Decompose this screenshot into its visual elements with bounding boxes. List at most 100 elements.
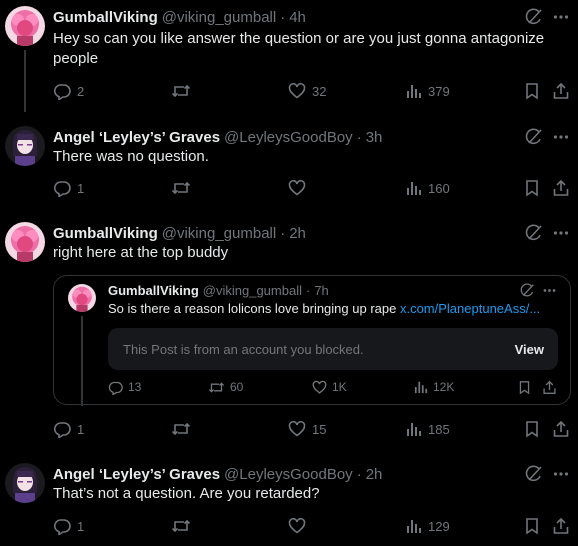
display-name[interactable]: Angel ‘Leyley’s’ Graves <box>53 466 220 483</box>
like-button[interactable]: 32 <box>288 80 326 102</box>
reply-button[interactable]: 13 <box>108 378 141 396</box>
more-icon[interactable] <box>550 126 572 148</box>
reply-button[interactable]: 1 <box>53 177 84 199</box>
post-header: GumballViking @viking_gumball · 4h <box>53 6 578 28</box>
grok-icon[interactable] <box>523 222 545 244</box>
like-count: 15 <box>312 421 327 437</box>
views-count: 12K <box>433 380 455 394</box>
avatar[interactable] <box>5 463 45 503</box>
heart-icon <box>288 420 306 437</box>
more-icon[interactable] <box>550 6 572 28</box>
user-handle[interactable]: @LeyleysGoodBoy <box>224 466 353 483</box>
repost-button[interactable] <box>171 177 197 199</box>
timestamp[interactable]: 3h <box>366 129 383 146</box>
share-icon <box>553 517 569 534</box>
quoted-post-header: GumballViking @viking_gumball · 7h <box>108 281 570 299</box>
avatar[interactable] <box>5 6 45 46</box>
reply-button[interactable]: 1 <box>53 515 84 537</box>
display-name[interactable]: GumballViking <box>108 283 199 298</box>
heart-icon <box>288 82 306 99</box>
user-handle[interactable]: @LeyleysGoodBoy <box>224 129 353 146</box>
repost-button[interactable] <box>171 418 197 440</box>
post-header: GumballViking @viking_gumball · 2h <box>53 222 578 244</box>
post[interactable]: Angel ‘Leyley’s’ Graves @LeyleysGoodBoy … <box>0 457 578 546</box>
separator: · <box>280 8 286 26</box>
bookmark-button[interactable] <box>524 177 540 199</box>
view-button[interactable]: View <box>515 342 544 357</box>
share-button[interactable] <box>552 80 570 102</box>
timestamp[interactable]: 2h <box>289 225 306 242</box>
display-name[interactable]: Angel ‘Leyley’s’ Graves <box>53 129 220 146</box>
grok-icon[interactable] <box>523 463 545 485</box>
share-button[interactable] <box>552 418 570 440</box>
bookmark-button[interactable] <box>518 378 531 396</box>
views-button[interactable]: 129 <box>406 515 450 537</box>
post[interactable]: Angel ‘Leyley’s’ Graves @LeyleysGoodBoy … <box>0 120 578 208</box>
bookmark-button[interactable] <box>524 80 540 102</box>
reply-count: 1 <box>77 421 85 437</box>
reply-count: 13 <box>128 380 142 394</box>
views-count: 160 <box>428 180 450 196</box>
separator: · <box>356 465 362 483</box>
heart-icon <box>288 179 306 196</box>
share-button[interactable] <box>552 515 570 537</box>
views-button[interactable]: 185 <box>406 418 450 440</box>
separator: · <box>280 224 286 242</box>
action-bar: 1 129 <box>53 515 578 537</box>
repost-button[interactable] <box>171 515 197 537</box>
like-button[interactable] <box>288 177 312 199</box>
timestamp[interactable]: 2h <box>366 466 383 483</box>
views-button[interactable]: 379 <box>406 80 450 102</box>
grok-icon[interactable] <box>523 6 545 28</box>
post-text: That’s not a question. Are you retarded? <box>53 485 320 502</box>
avatar[interactable] <box>68 284 96 312</box>
repost-button[interactable]: 60 <box>208 378 243 396</box>
views-button[interactable]: 160 <box>406 177 450 199</box>
reply-button[interactable]: 1 <box>53 418 84 440</box>
user-handle[interactable]: @viking_gumball <box>162 9 276 26</box>
reply-icon <box>53 84 71 100</box>
repost-icon <box>171 519 191 533</box>
share-icon <box>553 420 569 437</box>
more-icon[interactable] <box>550 463 572 485</box>
timestamp[interactable]: 7h <box>314 283 328 298</box>
quoted-post-link[interactable]: x.com/PlaneptuneAss/... <box>400 301 540 316</box>
like-button[interactable]: 1K <box>312 378 347 396</box>
more-icon[interactable] <box>550 222 572 244</box>
post-text: There was no question. <box>53 148 209 165</box>
views-count: 185 <box>428 421 450 437</box>
bookmark-icon <box>526 518 538 535</box>
action-bar: 1 160 <box>53 177 578 199</box>
reply-button[interactable]: 2 <box>53 80 84 102</box>
display-name[interactable]: GumballViking <box>53 225 158 242</box>
repost-button[interactable] <box>171 80 197 102</box>
blocked-notice: This Post is from an account you blocked… <box>108 328 558 370</box>
share-button[interactable] <box>552 177 570 199</box>
avatar[interactable] <box>5 222 45 262</box>
bookmark-button[interactable] <box>524 515 540 537</box>
views-button[interactable]: 12K <box>414 378 454 396</box>
quoted-post[interactable]: GumballViking @viking_gumball · 7h So is… <box>53 275 571 406</box>
avatar[interactable] <box>5 126 45 166</box>
repost-icon <box>208 381 225 393</box>
like-button[interactable]: 15 <box>288 418 326 440</box>
like-count: 1K <box>332 380 347 394</box>
reply-count: 1 <box>77 518 85 534</box>
user-handle[interactable]: @viking_gumball <box>162 225 276 242</box>
repost-count: 60 <box>230 380 244 394</box>
bookmark-button[interactable] <box>524 418 540 440</box>
post[interactable]: GumballViking @viking_gumball · 4h Hey s… <box>0 0 578 112</box>
post-header: Angel ‘Leyley’s’ Graves @LeyleysGoodBoy … <box>53 126 578 148</box>
heart-icon <box>312 380 327 394</box>
display-name[interactable]: GumballViking <box>53 9 158 26</box>
grok-icon[interactable] <box>518 281 536 299</box>
grok-icon[interactable] <box>523 126 545 148</box>
like-count: 32 <box>312 83 327 99</box>
share-button[interactable] <box>542 378 557 396</box>
more-icon[interactable] <box>540 281 558 299</box>
repost-icon <box>171 181 191 195</box>
timestamp[interactable]: 4h <box>289 9 306 26</box>
like-button[interactable] <box>288 515 312 537</box>
user-handle[interactable]: @viking_gumball <box>203 283 302 298</box>
post-text: right here at the top buddy <box>53 244 229 261</box>
